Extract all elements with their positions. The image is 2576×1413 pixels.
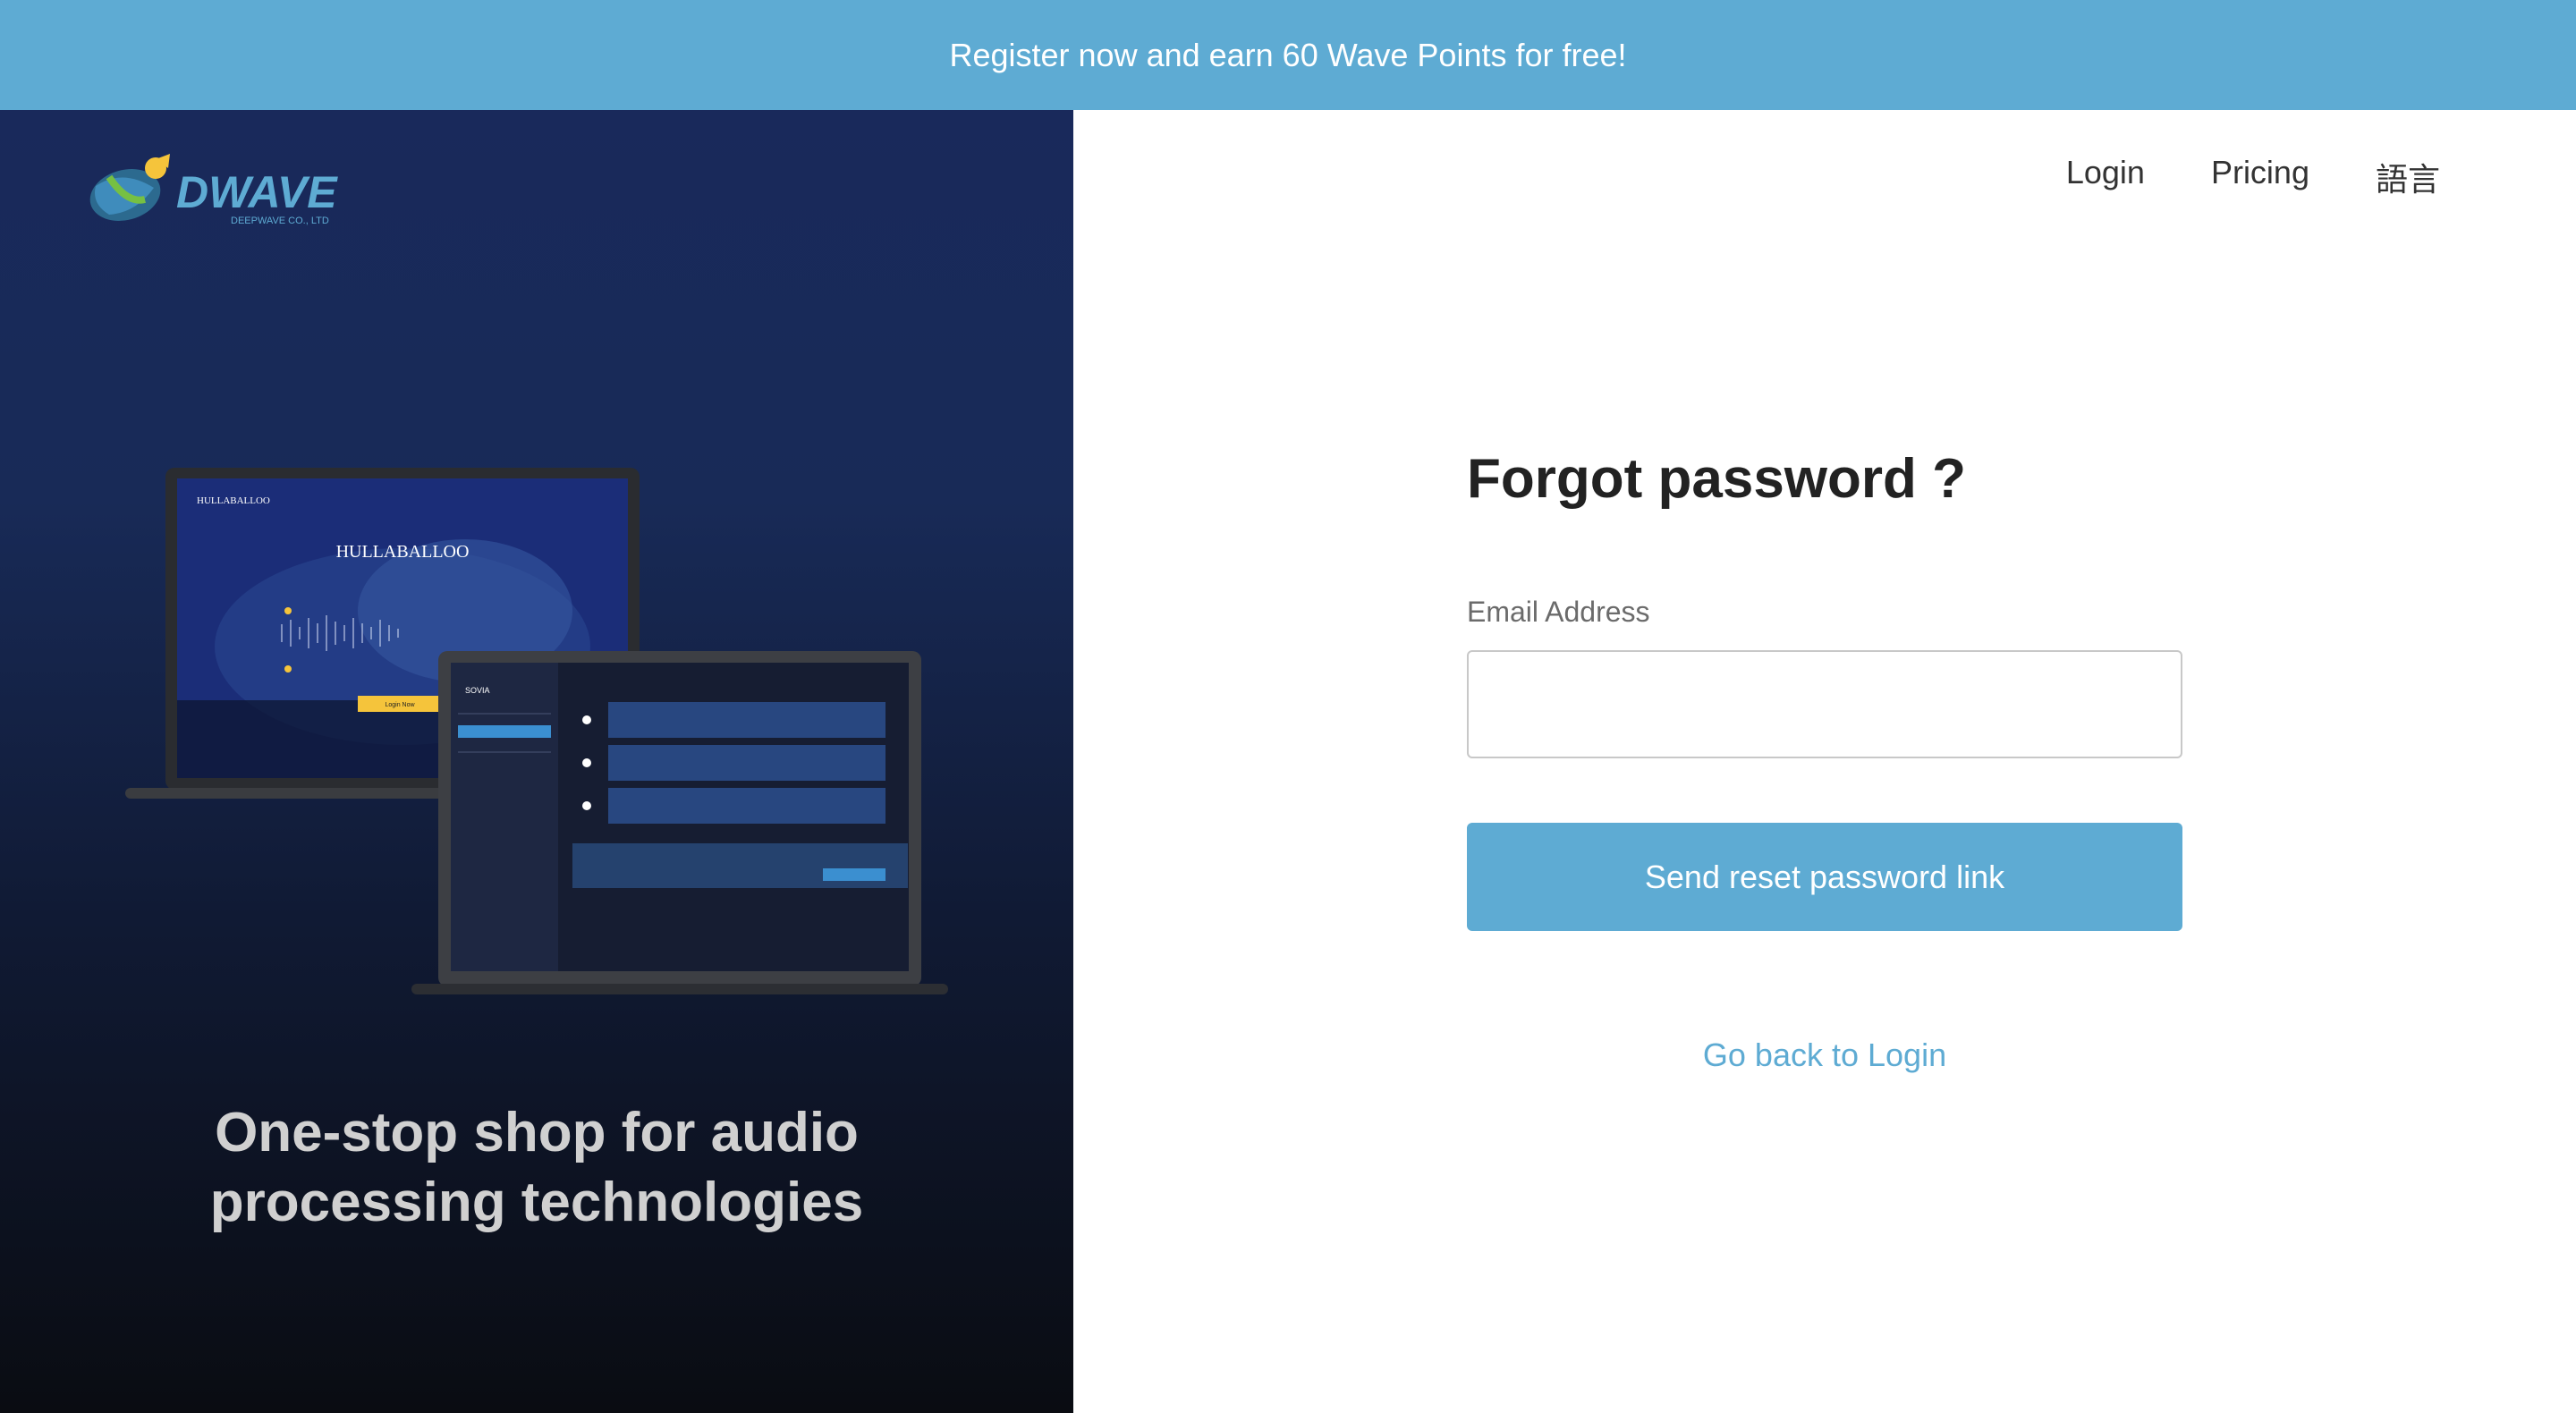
- brand-name: DWAVE: [176, 167, 338, 217]
- laptop-button: Login Now: [385, 702, 415, 708]
- nav-language-selector[interactable]: 語言: [2376, 154, 2440, 200]
- dwave-logo[interactable]: DWAVE DEEPWAVE CO., LTD: [82, 150, 351, 231]
- promo-banner-text: Register now and earn 60 Wave Points for…: [949, 36, 1627, 73]
- back-to-login-link[interactable]: Go back to Login: [1467, 1036, 2182, 1074]
- top-nav: Login Pricing 語言: [2066, 154, 2440, 200]
- brand-subtitle: DEEPWAVE CO., LTD: [231, 216, 329, 226]
- tablet-brand: SOVIA: [465, 686, 490, 695]
- laptop-brand: HULLABALLOO: [197, 495, 270, 506]
- hero-tagline: One-stop shop for audio processing techn…: [0, 1098, 1073, 1238]
- send-reset-link-button[interactable]: Send reset password link: [1467, 823, 2182, 931]
- promo-banner[interactable]: Register now and earn 60 Wave Points for…: [0, 0, 2576, 110]
- email-input[interactable]: [1467, 650, 2182, 758]
- hero-panel: DWAVE DEEPWAVE CO., LTD HULLABALLOO HULL…: [0, 110, 1073, 1413]
- laptop-title: HULLABALLOO: [336, 542, 470, 562]
- forgot-password-form: Forgot password ? Email Address Send res…: [1467, 447, 2182, 1074]
- email-label: Email Address: [1467, 596, 1650, 628]
- nav-pricing-link[interactable]: Pricing: [2211, 154, 2309, 200]
- hero-tagline-line2: processing technologies: [209, 1172, 864, 1233]
- hero-tagline-line1: One-stop shop for audio: [215, 1102, 859, 1163]
- nav-login-link[interactable]: Login: [2066, 154, 2145, 200]
- device-mockup-image: HULLABALLOO HULLABALLOO Login Now SOVIA: [125, 468, 948, 994]
- page-title: Forgot password ?: [1467, 448, 1966, 510]
